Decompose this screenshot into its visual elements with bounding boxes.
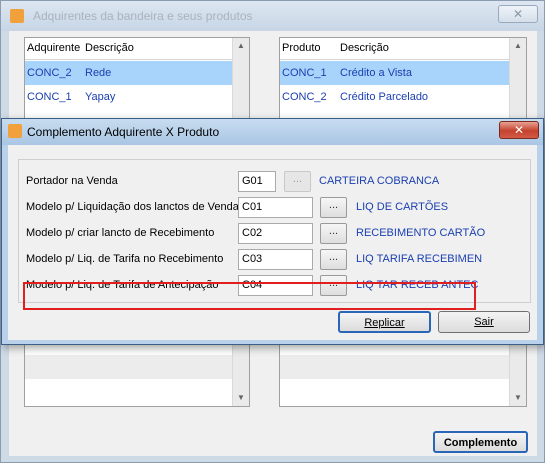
header-produto[interactable]: Produto bbox=[282, 42, 321, 54]
list-item[interactable]: CONC_2 Rede bbox=[25, 61, 233, 85]
row-desc: Yapay bbox=[85, 91, 116, 103]
field-label: Modelo p/ criar lancto de Recebimento bbox=[26, 227, 215, 239]
list-item[interactable] bbox=[280, 355, 510, 379]
fields-groupbox: Portador na Venda G01 ... CARTEIRA COBRA… bbox=[18, 159, 532, 310]
highlight-box bbox=[23, 282, 476, 310]
code-input[interactable]: G01 bbox=[238, 171, 276, 192]
field-label: Portador na Venda bbox=[26, 175, 118, 187]
header-adquirente[interactable]: Adquirente bbox=[27, 42, 80, 54]
adquirente-list-header: Adquirente Descrição bbox=[25, 38, 249, 60]
produto-list-header: Produto Descrição bbox=[280, 38, 526, 60]
row-code: CONC_2 bbox=[27, 67, 72, 79]
scroll-down-icon[interactable]: ▼ bbox=[233, 390, 249, 406]
field-description: RECEBIMENTO CARTÃO bbox=[356, 227, 486, 239]
row-code: CONC_1 bbox=[282, 67, 327, 79]
row-desc: Crédito Parcelado bbox=[340, 91, 429, 103]
row-code: CONC_1 bbox=[27, 91, 72, 103]
field-modelo-liquidacao: Modelo p/ Liquidação dos lanctos de Vend… bbox=[19, 196, 532, 220]
scroll-up-icon[interactable]: ▲ bbox=[510, 38, 526, 54]
header-descricao[interactable]: Descrição bbox=[85, 42, 134, 54]
lookup-button[interactable]: ... bbox=[284, 171, 311, 192]
code-input[interactable]: C01 bbox=[238, 197, 313, 218]
row-code: CONC_2 bbox=[282, 91, 327, 103]
field-modelo-recebimento: Modelo p/ criar lancto de Recebimento C0… bbox=[19, 222, 532, 246]
background-window-title: Adquirentes da bandeira e seus produtos bbox=[33, 9, 253, 23]
row-desc: Rede bbox=[85, 67, 112, 79]
field-description: CARTEIRA COBRANCA bbox=[319, 175, 440, 187]
app-icon bbox=[8, 124, 22, 138]
scroll-up-icon[interactable]: ▲ bbox=[233, 38, 249, 54]
dialog-title: Complemento Adquirente X Produto bbox=[27, 125, 220, 139]
app-icon bbox=[10, 9, 24, 23]
dialog-close-button[interactable]: ✕ bbox=[499, 121, 539, 139]
row-desc: Crédito a Vista bbox=[340, 67, 412, 79]
lookup-button[interactable]: ... bbox=[320, 197, 347, 218]
field-portador: Portador na Venda G01 ... CARTEIRA COBRA… bbox=[19, 170, 532, 194]
list-item[interactable]: CONC_1 Crédito a Vista bbox=[280, 61, 510, 85]
list-item[interactable] bbox=[25, 355, 233, 379]
replicar-button[interactable]: Replicar bbox=[338, 311, 431, 333]
sair-button[interactable]: Sair bbox=[438, 311, 530, 333]
code-input[interactable]: C03 bbox=[238, 249, 313, 270]
lookup-button[interactable]: ... bbox=[320, 249, 347, 270]
dialog-client-area: Portador na Venda G01 ... CARTEIRA COBRA… bbox=[8, 145, 537, 340]
field-description: LIQ TARIFA RECEBIMEN bbox=[356, 253, 483, 265]
code-input[interactable]: C02 bbox=[238, 223, 313, 244]
header-descricao[interactable]: Descrição bbox=[340, 42, 389, 54]
scroll-down-icon[interactable]: ▼ bbox=[510, 390, 526, 406]
background-close-button[interactable]: ✕ bbox=[498, 5, 538, 23]
dialog-titlebar: Complemento Adquirente X Produto ✕ bbox=[2, 119, 543, 145]
field-description: LIQ DE CARTÕES bbox=[356, 201, 449, 213]
background-titlebar: Adquirentes da bandeira e seus produtos … bbox=[1, 1, 544, 31]
field-label: Modelo p/ Liquidação dos lanctos de Vend… bbox=[26, 201, 239, 213]
field-label: Modelo p/ Liq. de Tarifa no Recebimento bbox=[26, 253, 224, 265]
list-item[interactable]: CONC_1 Yapay bbox=[25, 85, 233, 109]
field-modelo-tarifa-recebimento: Modelo p/ Liq. de Tarifa no Recebimento … bbox=[19, 248, 532, 272]
lookup-button[interactable]: ... bbox=[320, 223, 347, 244]
complemento-button[interactable]: Complemento bbox=[433, 431, 528, 453]
complemento-dialog: Complemento Adquirente X Produto ✕ Porta… bbox=[1, 118, 544, 345]
list-item[interactable]: CONC_2 Crédito Parcelado bbox=[280, 85, 510, 109]
